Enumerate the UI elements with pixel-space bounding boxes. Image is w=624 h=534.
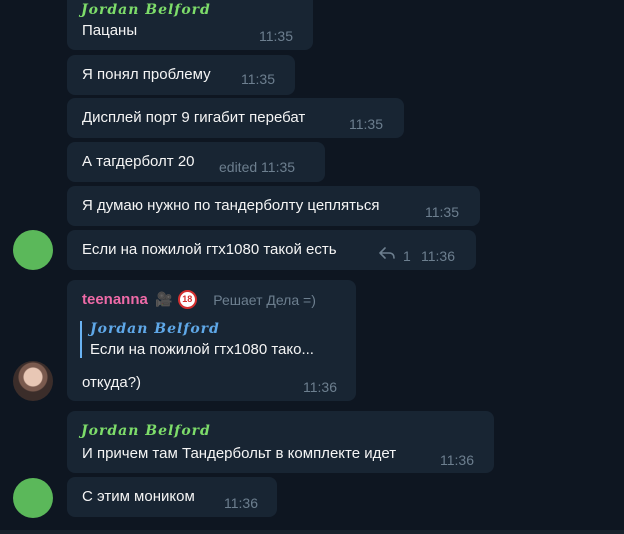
message-time: 11:35 — [259, 28, 293, 44]
message-time: 11:36 — [303, 379, 337, 395]
message-time: 11:35 — [241, 71, 275, 87]
avatar[interactable] — [13, 361, 53, 401]
message-bubble[interactable]: 𝑱𝒐𝒓𝒅𝒂𝒏 𝑩𝒆𝒍𝒇𝒐𝒓𝒅 Пацаны 11:35 — [67, 0, 313, 50]
message-text: С этим моником — [82, 488, 195, 505]
sender-row: teenanna 🎥 18 Решает Дела =) — [82, 290, 316, 309]
sender-status: Решает Дела =) — [213, 291, 316, 308]
message-text: Пацаны — [82, 22, 138, 39]
message-text: А тагдерболт 20 — [82, 153, 195, 170]
message-bubble[interactable]: Если на пожилой гтх1080 такой есть 1 11:… — [67, 230, 476, 270]
message-time: 11:36 — [421, 248, 455, 264]
message-time: 11:36 — [440, 452, 474, 468]
message-time: 11:36 — [224, 495, 258, 511]
reply-sender: 𝑱𝒐𝒓𝒅𝒂𝒏 𝑩𝒆𝒍𝒇𝒐𝒓𝒅 — [90, 321, 220, 337]
reply-preview[interactable]: 𝑱𝒐𝒓𝒅𝒂𝒏 𝑩𝒆𝒍𝒇𝒐𝒓𝒅 Если на пожилой гтх1080 т… — [80, 321, 314, 358]
message-sender[interactable]: 𝑱𝒐𝒓𝒅𝒂𝒏 𝑩𝒆𝒍𝒇𝒐𝒓𝒅 — [81, 423, 211, 439]
message-time: 11:35 — [425, 204, 459, 220]
message-bubble[interactable]: teenanna 🎥 18 Решает Дела =) 𝑱𝒐𝒓𝒅𝒂𝒏 𝑩𝒆𝒍𝒇… — [67, 280, 356, 401]
message-text: Дисплей порт 9 гигабит перебат — [82, 109, 306, 126]
input-area-edge — [0, 530, 624, 534]
message-text: И причем там Тандербольт в комплекте иде… — [82, 445, 397, 462]
message-bubble[interactable]: С этим моником 11:36 — [67, 477, 277, 517]
message-bubble[interactable]: Я думаю нужно по тандерболту цепляться 1… — [67, 186, 480, 226]
message-text: Я думаю нужно по тандерболту цепляться — [82, 197, 380, 214]
camera-icon: 🎥 — [155, 291, 173, 307]
age-restriction-icon: 18 — [177, 290, 197, 309]
replies-count[interactable]: 1 — [403, 248, 411, 264]
message-bubble[interactable]: Я понял проблему 11:35 — [67, 55, 295, 95]
message-time: edited 11:35 — [219, 159, 296, 175]
reply-arrow-icon[interactable] — [379, 246, 395, 260]
message-bubble[interactable]: А тагдерболт 20 edited 11:35 — [67, 142, 325, 182]
message-sender[interactable]: teenanna — [82, 291, 148, 308]
message-time: 11:35 — [349, 116, 383, 132]
reply-text: Если на пожилой гтх1080 тако... — [90, 341, 314, 358]
avatar[interactable] — [13, 478, 53, 518]
message-text: Если на пожилой гтх1080 такой есть — [82, 241, 337, 258]
message-bubble[interactable]: 𝑱𝒐𝒓𝒅𝒂𝒏 𝑩𝒆𝒍𝒇𝒐𝒓𝒅 И причем там Тандербольт … — [67, 411, 494, 473]
message-bubble[interactable]: Дисплей порт 9 гигабит перебат 11:35 — [67, 98, 404, 138]
avatar[interactable] — [13, 230, 53, 270]
message-sender[interactable]: 𝑱𝒐𝒓𝒅𝒂𝒏 𝑩𝒆𝒍𝒇𝒐𝒓𝒅 — [81, 2, 211, 18]
message-text: откуда?) — [82, 374, 142, 391]
message-text: Я понял проблему — [82, 66, 211, 83]
